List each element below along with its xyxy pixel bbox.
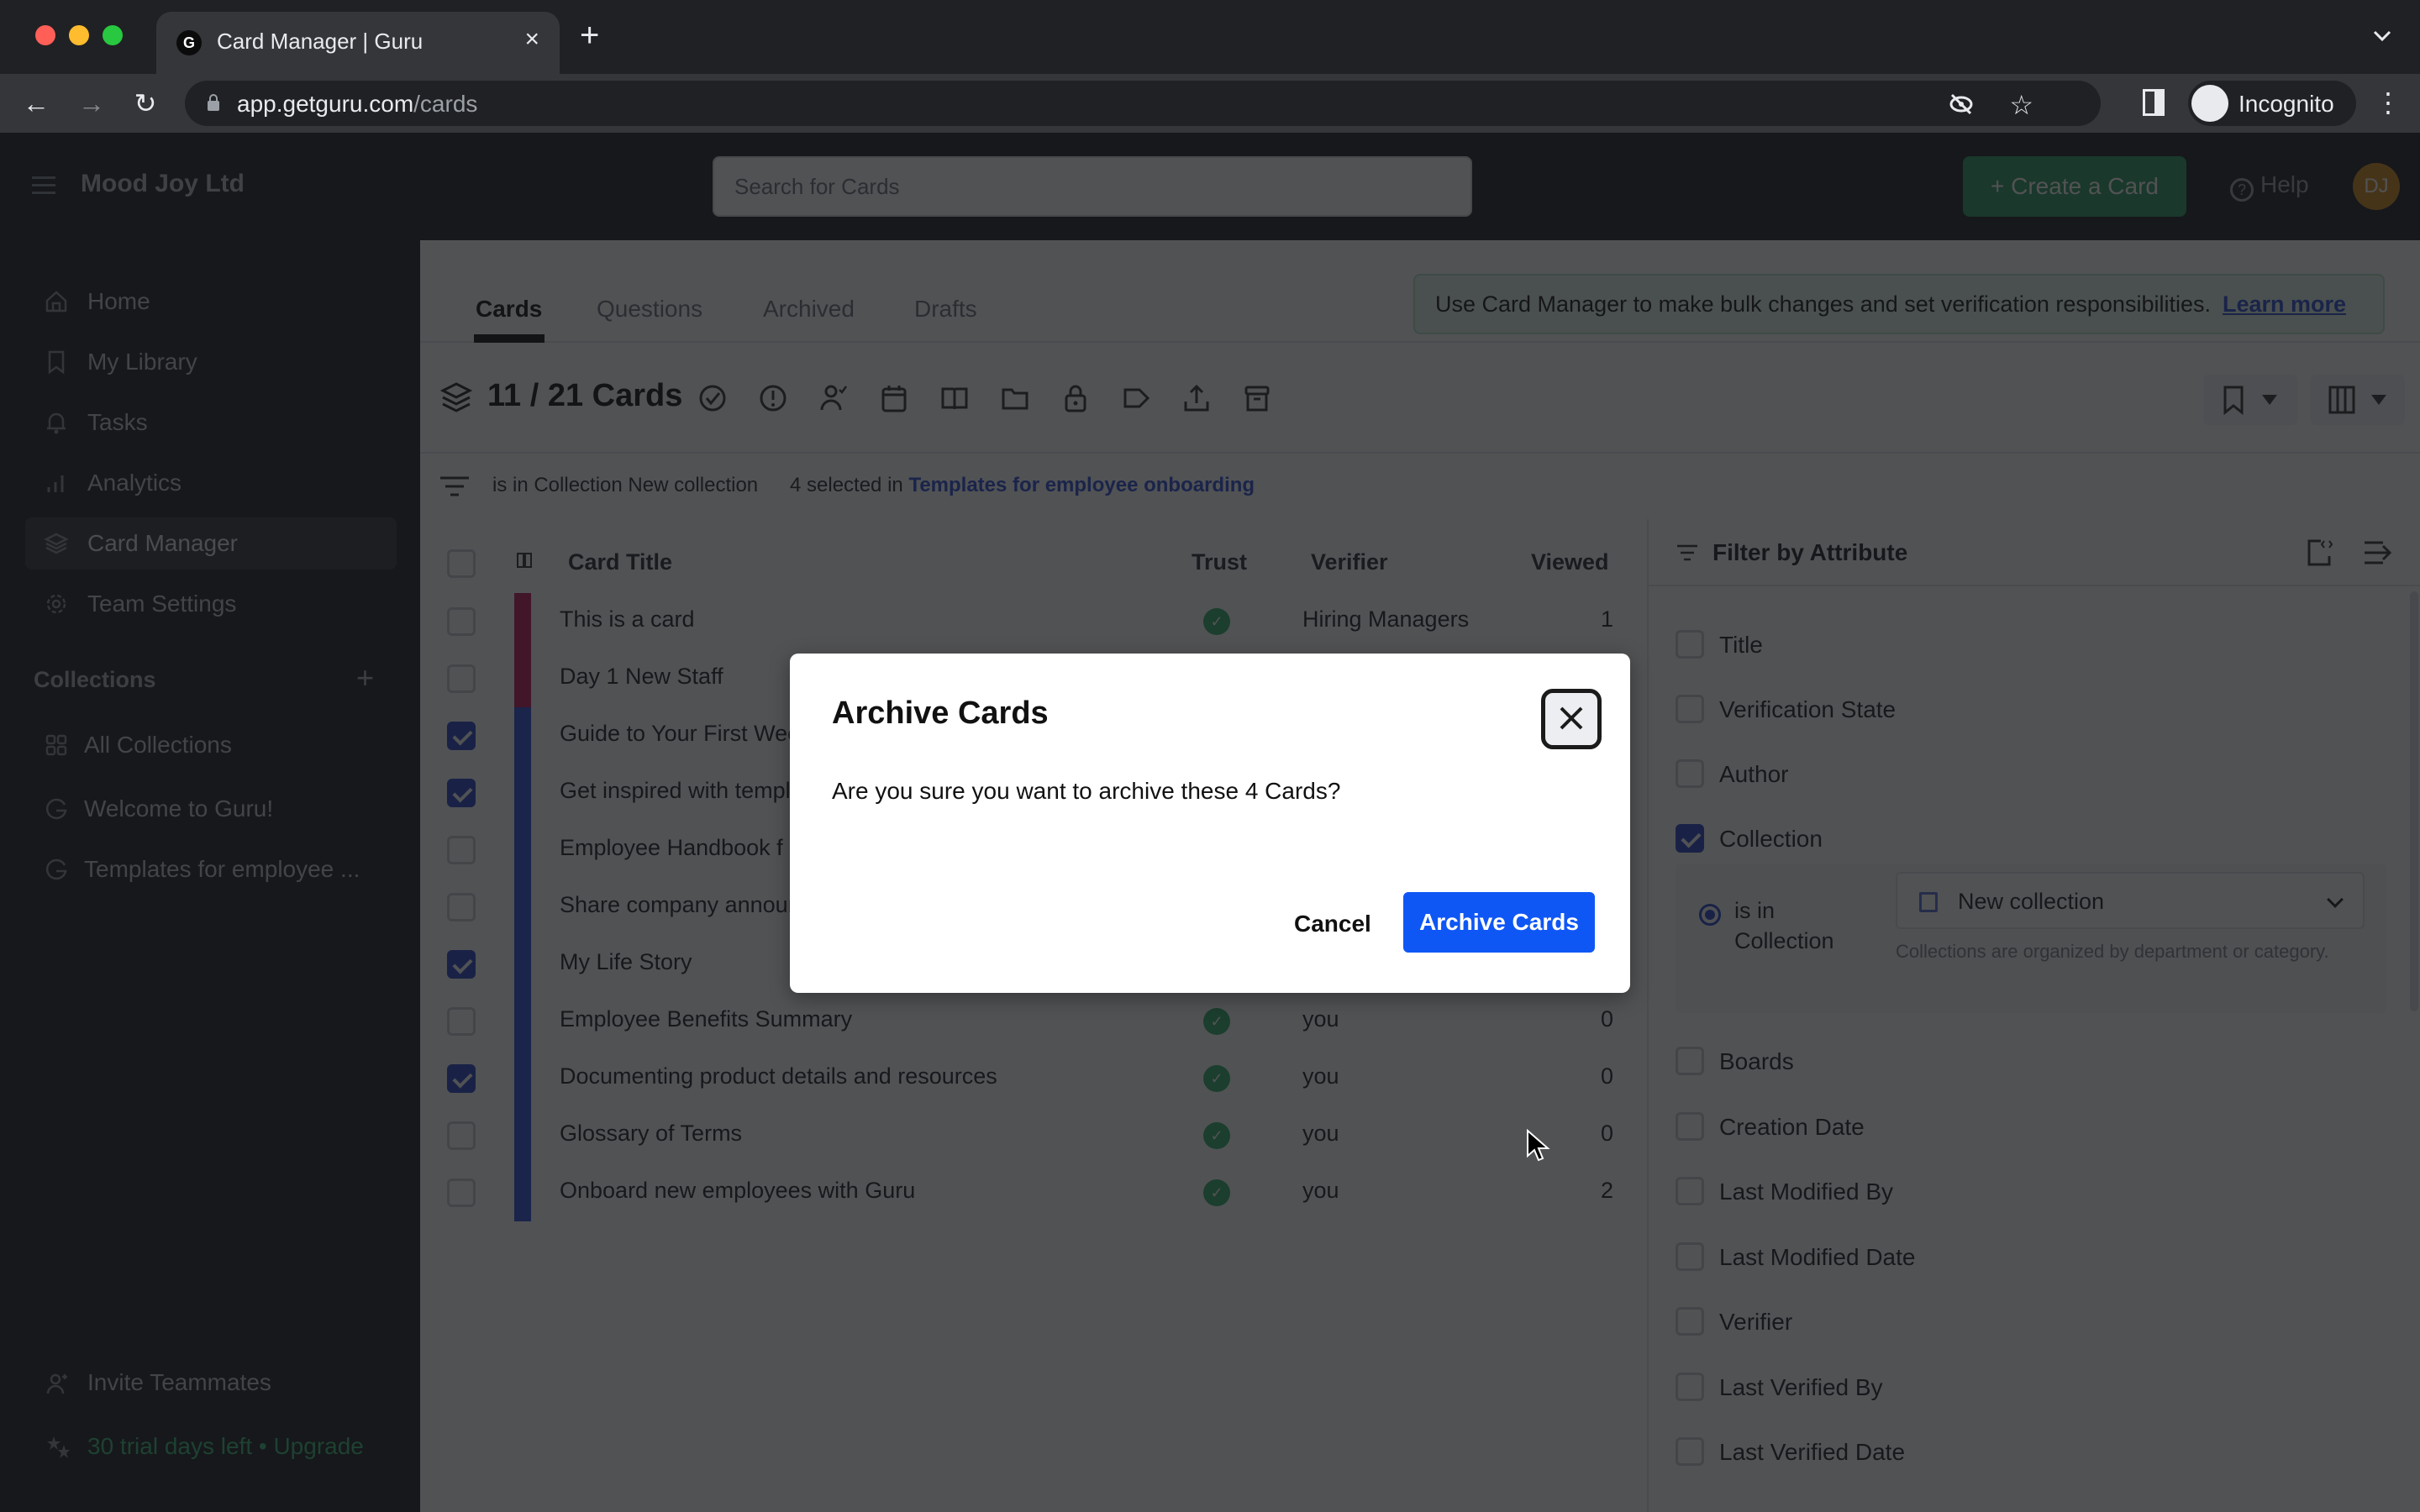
tab-close-icon[interactable]: × — [524, 25, 539, 54]
window-minimize-button[interactable] — [69, 25, 89, 45]
reload-button[interactable]: ↻ — [128, 86, 163, 121]
bookmark-star-icon[interactable]: ☆ — [2009, 89, 2033, 121]
incognito-label: Incognito — [2238, 91, 2334, 117]
browser-tab[interactable]: G Card Manager | Guru × — [156, 12, 560, 74]
url-path: /cards — [413, 91, 478, 117]
url-host: app.getguru.com — [237, 91, 414, 117]
dialog-message: Are you sure you want to archive these 4… — [832, 778, 1341, 804]
window-close-button[interactable] — [35, 25, 55, 45]
lock-icon — [208, 94, 219, 111]
eye-off-icon[interactable] — [1948, 91, 1975, 118]
archive-cards-dialog: Archive Cards Are you sure you want to a… — [790, 654, 1630, 993]
window-zoom-button[interactable] — [103, 25, 123, 45]
address-bar[interactable]: app.getguru.com/cards ☆ — [185, 81, 2101, 126]
archive-cards-button[interactable]: Archive Cards — [1403, 892, 1595, 953]
url-text: app.getguru.com/cards — [237, 91, 477, 118]
new-tab-button[interactable]: + — [580, 18, 599, 52]
tab-search-chevron-icon[interactable] — [2370, 24, 2395, 49]
screen: G Card Manager | Guru × + ← → ↻ app.getg… — [0, 0, 2420, 1512]
incognito-icon — [2191, 85, 2228, 122]
guru-favicon-icon: G — [176, 30, 202, 55]
back-button[interactable]: ← — [18, 86, 54, 121]
dialog-title: Archive Cards — [832, 696, 1049, 731]
close-icon[interactable] — [1541, 689, 1602, 749]
guru-app: Mood Joy Ltd Search for Cards + Create a… — [0, 133, 2420, 1512]
incognito-profile-button[interactable]: Incognito — [2188, 81, 2356, 126]
side-panel-icon[interactable] — [2143, 89, 2165, 116]
browser-menu-icon[interactable]: ⋮ — [2375, 89, 2402, 116]
browser-tab-bar: G Card Manager | Guru × + — [0, 0, 2420, 74]
mouse-cursor-icon — [1527, 1129, 1550, 1162]
browser-toolbar: ← → ↻ app.getguru.com/cards ☆ Incognito … — [0, 74, 2420, 133]
tab-title: Card Manager | Guru — [217, 29, 424, 54]
forward-button[interactable]: → — [74, 86, 109, 121]
cancel-button[interactable]: Cancel — [1294, 911, 1371, 937]
